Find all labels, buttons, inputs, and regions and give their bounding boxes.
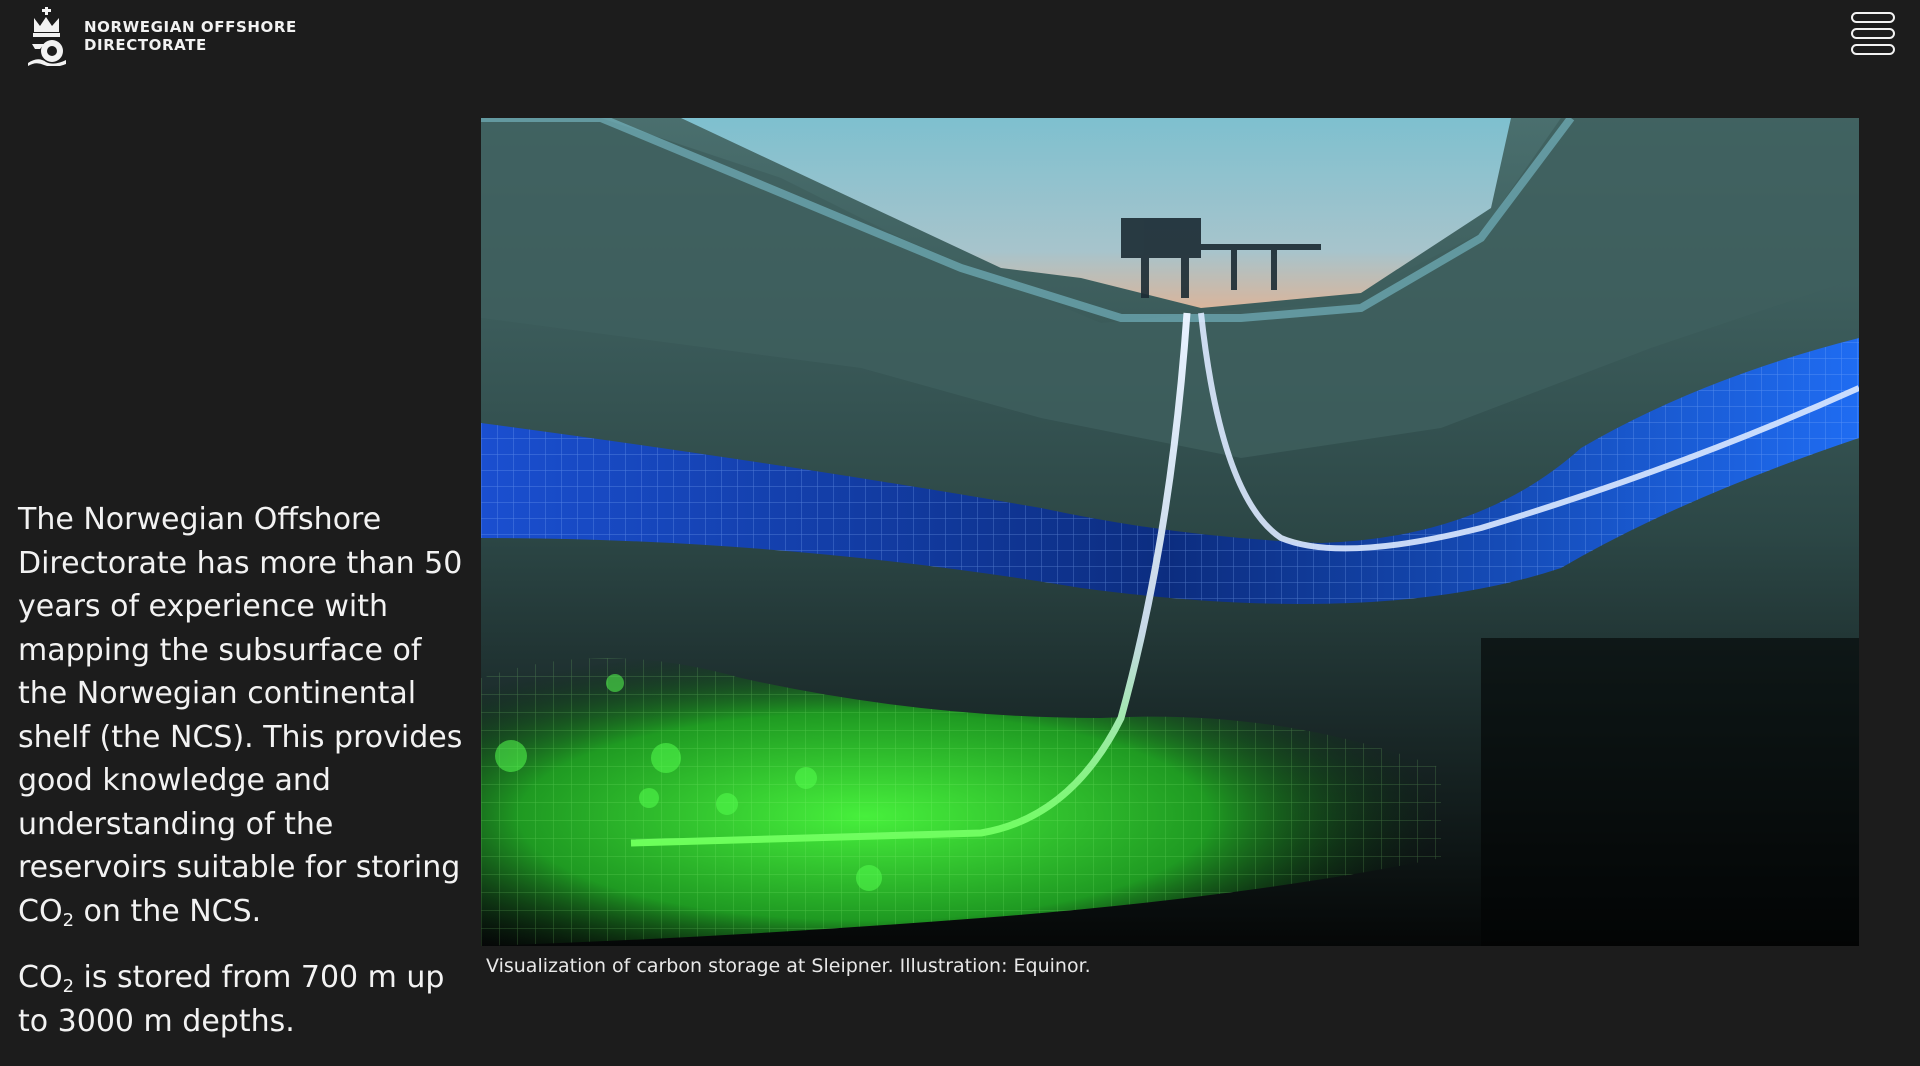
intro-p2-text: CO [18,960,63,995]
intro-paragraph-1: The Norwegian Offshore Directorate has m… [18,498,478,933]
crown-logo-icon [28,7,66,66]
intro-paragraph-2: CO2 is stored from 700 m up to 3000 m de… [18,956,478,1043]
logo-line-2: DIRECTORATE [84,36,207,54]
logo-text: NORWEGIAN OFFSHORE DIRECTORATE [84,18,297,54]
figure-caption: Visualization of carbon storage at Sleip… [486,955,1091,977]
logo-line-1: NORWEGIAN OFFSHORE [84,18,297,36]
intro-p1-end: on the NCS. [74,893,262,929]
menu-bar [1851,12,1895,23]
intro-p2-end: is stored from 700 m up to 3000 m depths… [18,960,445,1039]
carbon-storage-image [481,118,1859,946]
intro-text: The Norwegian Offshore Directorate has m… [18,498,478,1066]
co2-subscript: 2 [62,976,75,997]
sleipner-illustration [481,118,1859,946]
logo[interactable]: NORWEGIAN OFFSHORE DIRECTORATE [22,6,297,66]
co2-subscript: 2 [62,909,75,931]
menu-bar [1851,28,1895,39]
intro-p1-text: The Norwegian Offshore Directorate has m… [18,502,463,929]
hamburger-menu-icon[interactable] [1851,12,1895,58]
menu-bar [1851,44,1895,55]
